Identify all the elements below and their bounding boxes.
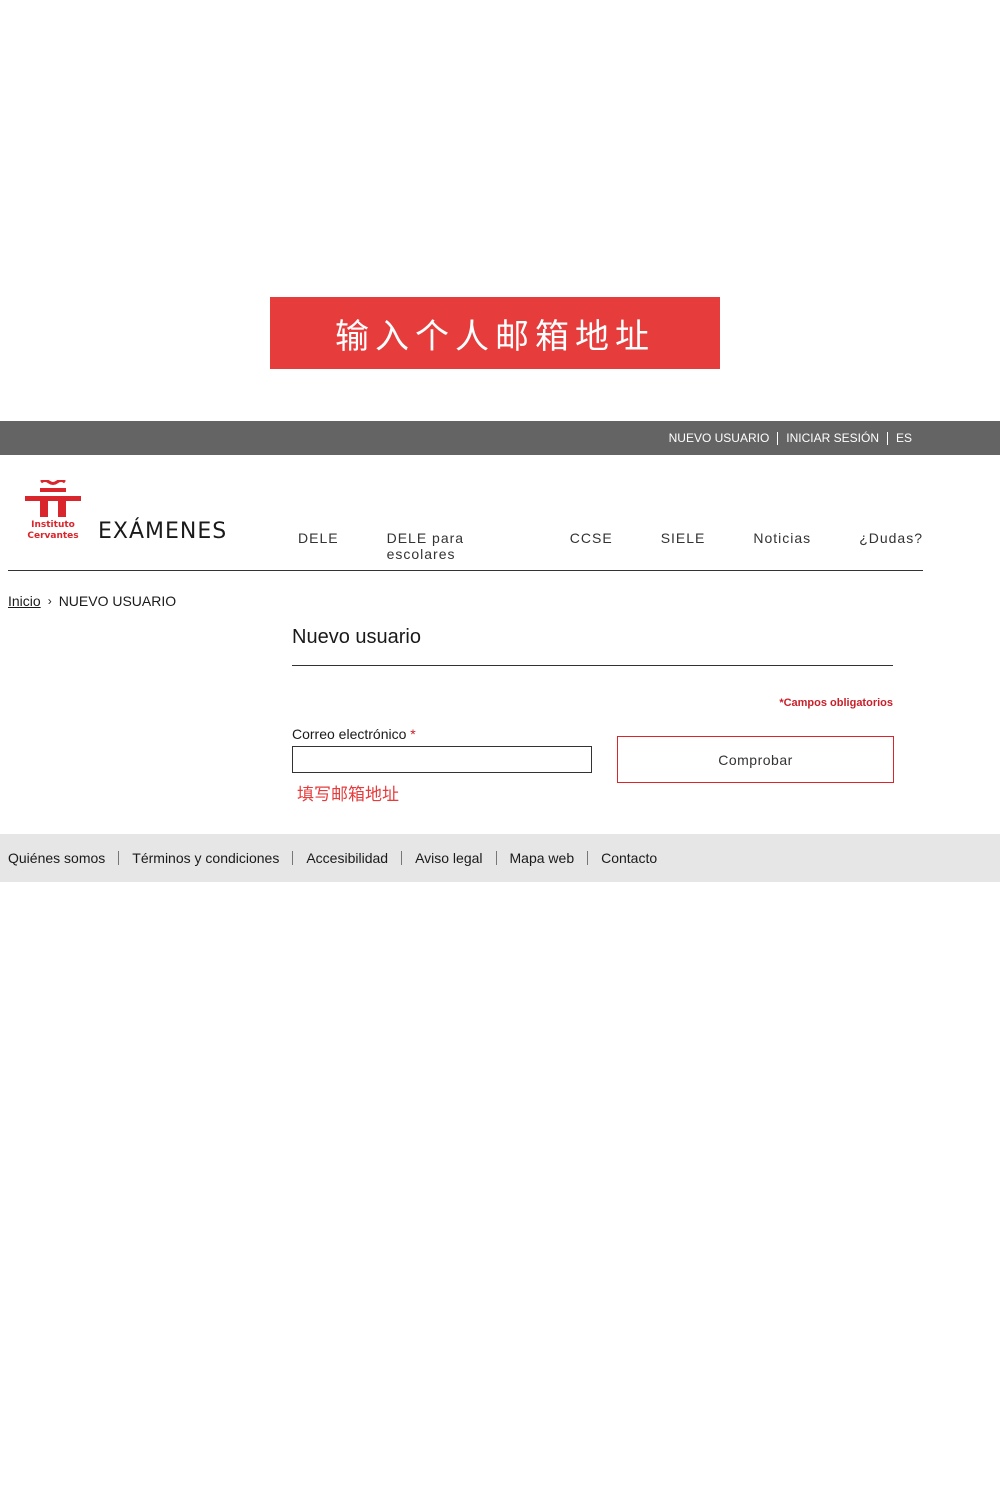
footer-divider [118, 851, 120, 865]
email-hint: 填写邮箱地址 [297, 785, 399, 805]
breadcrumb-home-link[interactable]: Inicio [8, 593, 41, 609]
instituto-cervantes-logo[interactable]: Instituto Cervantes [22, 479, 84, 544]
title-divider [292, 665, 893, 666]
instruction-banner: 输入个人邮箱地址 [270, 297, 720, 369]
breadcrumb-separator: › [47, 594, 52, 608]
breadcrumb-current: NUEVO USUARIO [58, 593, 177, 609]
footer-link-aviso-legal[interactable]: Aviso legal [415, 850, 482, 866]
logo-line-1: Instituto [31, 520, 75, 530]
nav-item-dele[interactable]: DELE [298, 530, 339, 562]
required-fields-note: *Campos obligatorios [779, 697, 893, 709]
nav-item-noticias[interactable]: Noticias [753, 530, 811, 562]
required-star: * [410, 726, 416, 742]
footer-link-terminos[interactable]: Términos y condiciones [132, 850, 279, 866]
footer-link-quienes-somos[interactable]: Quiénes somos [8, 850, 105, 866]
breadcrumb: Inicio › NUEVO USUARIO [8, 593, 176, 609]
utility-bar: NUEVO USUARIO INICIAR SESIÓN ES [0, 421, 1000, 455]
footer-link-accesibilidad[interactable]: Accesibilidad [306, 850, 388, 866]
footer-divider [401, 851, 403, 865]
main-nav: DELE DELE para escolares CCSE SIELE Noti… [298, 530, 923, 562]
instruction-banner-text: 输入个人邮箱地址 [335, 316, 655, 357]
footer-link-contacto[interactable]: Contacto [601, 850, 657, 866]
logo-line-2: Cervantes [27, 531, 79, 541]
utility-links: NUEVO USUARIO INICIAR SESIÓN ES [661, 421, 920, 455]
site-header: Instituto Cervantes EXÁMENES DELE DELE p… [8, 455, 923, 571]
login-link[interactable]: INICIAR SESIÓN [778, 431, 887, 445]
footer-divider [292, 851, 294, 865]
language-selector[interactable]: ES [888, 431, 920, 445]
nav-item-siele[interactable]: SIELE [661, 530, 706, 562]
email-label-text: Correo electrónico [292, 726, 407, 742]
email-field[interactable] [292, 746, 592, 773]
site-brand[interactable]: EXÁMENES [98, 519, 227, 544]
footer-link-mapa-web[interactable]: Mapa web [510, 850, 575, 866]
nav-item-dele-escolares[interactable]: DELE para escolares [387, 530, 522, 562]
new-user-link[interactable]: NUEVO USUARIO [661, 431, 778, 445]
email-label: Correo electrónico * [292, 726, 416, 742]
page-title: Nuevo usuario [292, 626, 421, 648]
footer-divider [495, 851, 497, 865]
site-footer: Quiénes somos Términos y condiciones Acc… [0, 834, 1000, 882]
cervantes-emblem-icon [25, 479, 81, 517]
footer-divider [587, 851, 589, 865]
nav-item-ccse[interactable]: CCSE [570, 530, 613, 562]
nav-item-dudas[interactable]: ¿Dudas? [859, 530, 923, 562]
logo-text: Instituto Cervantes [22, 520, 84, 542]
check-button[interactable]: Comprobar [617, 736, 894, 783]
